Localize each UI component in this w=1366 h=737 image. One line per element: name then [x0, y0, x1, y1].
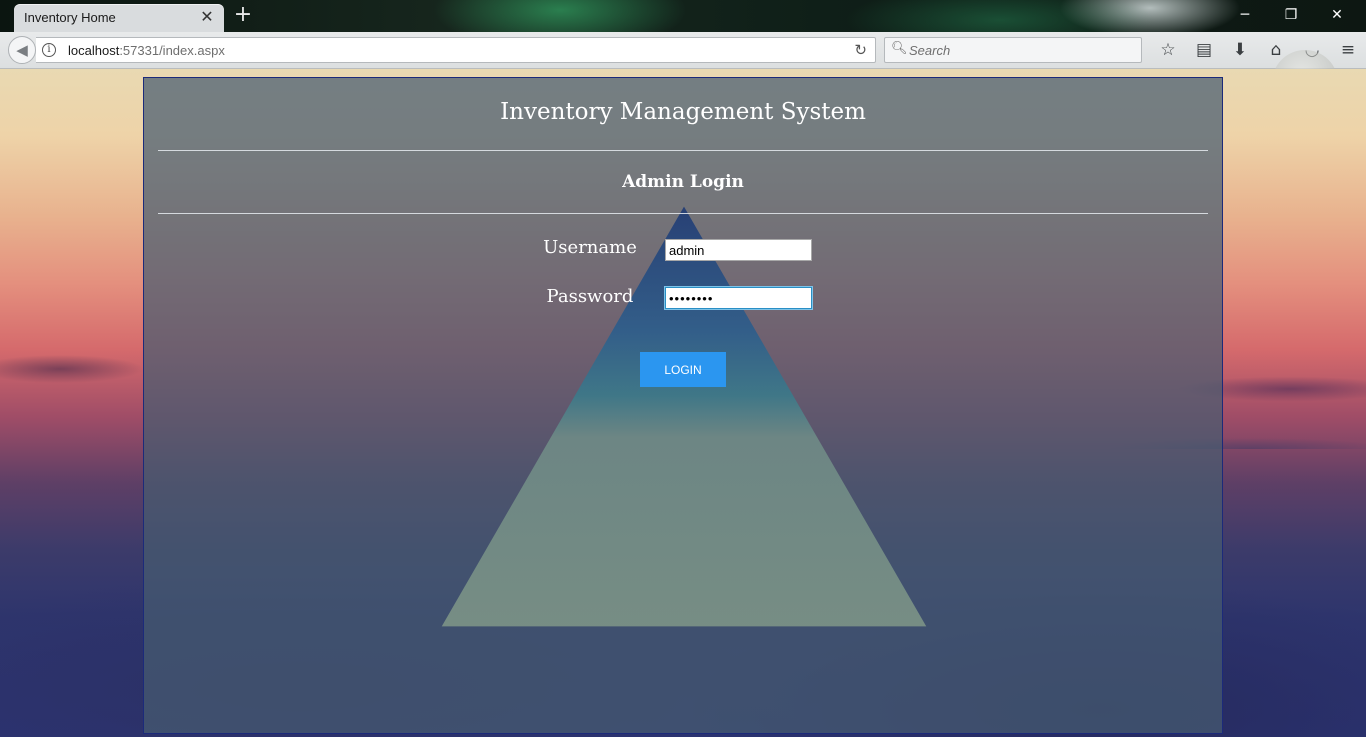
- reader-list-icon[interactable]: ▤: [1186, 36, 1222, 64]
- login-subtitle: Admin Login: [622, 172, 744, 192]
- username-label: Username: [543, 237, 637, 258]
- restore-icon[interactable]: ❐: [1268, 0, 1314, 30]
- url-text[interactable]: localhost:57331/index.aspx: [68, 43, 225, 58]
- page-background: Inventory Management System Admin Login …: [0, 69, 1366, 737]
- search-input[interactable]: [909, 41, 1129, 59]
- download-icon[interactable]: ⬇: [1222, 36, 1258, 64]
- url-path: :57331/index.aspx: [119, 43, 225, 58]
- browser-toolbar: ◀ i localhost:57331/index.aspx ↻ 🔍︎ ☆ ▤ …: [0, 32, 1366, 116]
- subtitle-divider: [158, 213, 1208, 214]
- page-title: Inventory Management System: [500, 99, 866, 125]
- reload-icon[interactable]: ↻: [854, 41, 867, 59]
- toolbar-icons: ☆ ▤ ⬇ ⌂ ◡ ≡: [1150, 36, 1366, 64]
- login-panel: Inventory Management System Admin Login …: [143, 77, 1223, 734]
- bookmark-star-icon[interactable]: ☆: [1150, 36, 1186, 64]
- search-bar[interactable]: 🔍︎: [884, 37, 1142, 63]
- minimize-icon[interactable]: ─: [1222, 0, 1268, 30]
- url-host: localhost: [68, 43, 120, 58]
- window-controls: ─ ❐ ✕: [1222, 0, 1360, 30]
- home-icon[interactable]: ⌂: [1258, 36, 1294, 64]
- back-arrow-icon[interactable]: ◀: [8, 36, 36, 64]
- browser-titlebar: Inventory Home ✕ + ─ ❐ ✕: [0, 0, 1366, 32]
- site-info-icon[interactable]: i: [42, 43, 56, 57]
- close-window-icon[interactable]: ✕: [1314, 0, 1360, 30]
- address-bar[interactable]: i localhost:57331/index.aspx ↻: [36, 37, 876, 63]
- menu-icon[interactable]: ≡: [1330, 36, 1366, 64]
- pocket-icon[interactable]: ◡: [1294, 36, 1330, 64]
- search-icon: 🔍︎: [891, 41, 908, 56]
- login-button[interactable]: LOGIN: [640, 352, 726, 387]
- tab-close-icon[interactable]: ✕: [198, 8, 216, 26]
- password-label: Password: [546, 286, 634, 307]
- tab-title: Inventory Home: [24, 10, 116, 25]
- new-tab-icon[interactable]: +: [232, 4, 254, 27]
- title-divider: [158, 150, 1208, 151]
- username-field[interactable]: [665, 239, 812, 261]
- browser-tab[interactable]: Inventory Home ✕: [14, 4, 224, 32]
- password-field[interactable]: [665, 287, 812, 309]
